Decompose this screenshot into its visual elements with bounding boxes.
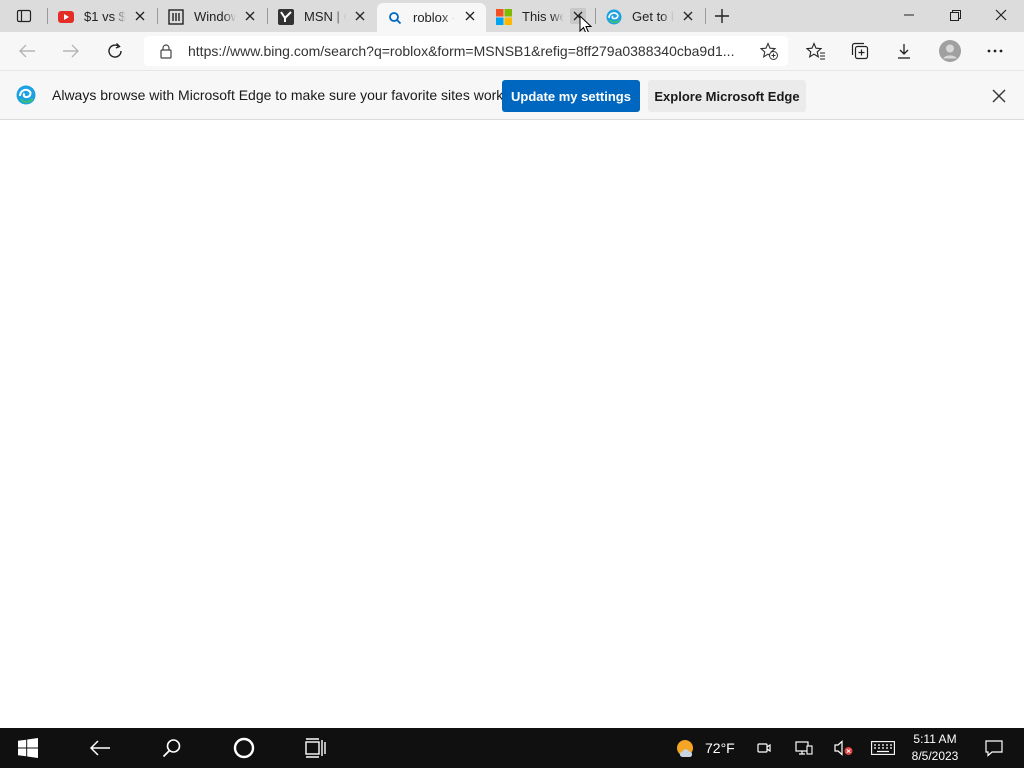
weather-temperature[interactable]: 72°F — [705, 740, 735, 756]
keyboard-icon — [871, 741, 895, 755]
windows-logo-icon — [18, 738, 38, 758]
tab-close-button[interactable] — [462, 8, 478, 24]
camera-icon — [757, 743, 771, 753]
restore-button[interactable] — [932, 0, 978, 30]
weather-button[interactable] — [672, 728, 700, 768]
tab-title: roblox - — [413, 10, 455, 25]
default-browser-infobar: Always browse with Microsoft Edge to mak… — [0, 70, 1024, 120]
clock-date: 8/5/2023 — [911, 749, 959, 763]
tab-msn[interactable]: MSN | C — [268, 3, 376, 30]
tab-roblox[interactable]: roblox - — [377, 3, 486, 32]
downloads-button[interactable] — [889, 36, 919, 66]
tab-title: Window — [194, 9, 236, 24]
tab-close-button[interactable] — [132, 8, 148, 24]
explore-edge-button[interactable]: Explore Microsoft Edge — [648, 80, 806, 112]
close-icon — [245, 11, 255, 21]
clock[interactable]: 5:11 AM 8/5/2023 — [900, 731, 970, 765]
youtube-icon — [58, 9, 74, 25]
tab-this-website[interactable]: This we — [486, 3, 594, 30]
tab-separator — [705, 8, 706, 24]
back-button[interactable] — [12, 36, 42, 66]
notifications-button[interactable] — [980, 728, 1008, 768]
volume-button[interactable] — [832, 728, 856, 768]
tab-window[interactable]: Window — [158, 3, 266, 30]
tab-title: $1 vs $1 — [84, 9, 126, 24]
meet-now-button[interactable] — [752, 728, 776, 768]
tab-actions-button[interactable] — [8, 4, 40, 28]
new-tab-button[interactable] — [710, 4, 734, 28]
navigation-toolbar: https://www.bing.com/search?q=roblox&for… — [0, 32, 1024, 70]
tab-get-to-know[interactable]: Get to k — [596, 3, 704, 30]
update-settings-button[interactable]: Update my settings — [502, 80, 640, 112]
tab-title: Get to k — [632, 9, 674, 24]
url-text[interactable]: https://www.bing.com/search?q=roblox&for… — [188, 43, 744, 59]
restore-icon — [949, 9, 961, 21]
task-view-icon — [305, 738, 326, 758]
add-favorite-icon[interactable] — [760, 42, 778, 60]
cortana-circle-icon — [233, 737, 255, 759]
favorites-button[interactable] — [801, 36, 831, 66]
tab-actions-icon — [16, 9, 32, 23]
forward-button[interactable] — [56, 36, 86, 66]
arrow-left-icon — [89, 740, 110, 756]
minimize-icon — [904, 14, 914, 16]
tab-close-button[interactable] — [352, 8, 368, 24]
minimize-button[interactable] — [886, 0, 932, 30]
page-content[interactable] — [0, 121, 1024, 728]
favorites-icon — [806, 42, 825, 60]
infobar-message: Always browse with Microsoft Edge to mak… — [52, 87, 504, 103]
close-icon — [135, 11, 145, 21]
cortana-button[interactable] — [222, 728, 266, 768]
refresh-button[interactable] — [100, 36, 130, 66]
touch-keyboard-button[interactable] — [870, 728, 896, 768]
arrow-right-icon — [63, 44, 79, 58]
refresh-icon — [108, 43, 122, 58]
close-window-button[interactable] — [978, 0, 1024, 30]
tab-title: MSN | C — [304, 9, 346, 24]
lock-icon[interactable] — [158, 43, 174, 59]
profile-button[interactable] — [935, 36, 965, 66]
microsoft-logo-icon — [496, 8, 512, 25]
infobar-close-icon[interactable] — [990, 87, 1008, 105]
network-icon — [795, 741, 813, 755]
collections-icon — [851, 42, 869, 60]
notification-icon — [985, 740, 1003, 757]
close-icon — [995, 9, 1007, 21]
clock-time: 5:11 AM — [913, 732, 957, 746]
weather-sun-cloud-icon — [677, 740, 693, 757]
start-button[interactable] — [0, 728, 56, 768]
tab-close-button[interactable] — [242, 8, 258, 24]
arrow-left-icon — [19, 44, 35, 58]
plus-icon — [715, 9, 729, 23]
tab-strip: $1 vs $1 Window MSN | C roblox - — [0, 0, 1024, 35]
edge-logo-icon — [16, 85, 36, 105]
tab-title: This we — [522, 9, 564, 24]
more-horizontal-icon — [987, 49, 1003, 53]
settings-more-button[interactable] — [980, 36, 1010, 66]
volume-muted-icon — [834, 740, 853, 756]
address-bar[interactable]: https://www.bing.com/search?q=roblox&for… — [144, 36, 788, 66]
yahoo-icon — [278, 8, 294, 25]
task-view-button[interactable] — [294, 728, 338, 768]
taskbar-back-button[interactable] — [78, 728, 122, 768]
close-icon — [465, 11, 475, 21]
taskbar-search-button[interactable] — [150, 728, 194, 768]
collections-button[interactable] — [845, 36, 875, 66]
close-icon — [683, 11, 693, 21]
edge-icon — [606, 9, 622, 25]
tab-close-button[interactable] — [680, 8, 696, 24]
windows-taskbar: 72°F 5:11 AM 8/5/2023 — [0, 728, 1024, 768]
download-icon — [898, 44, 910, 59]
avatar-icon — [939, 40, 961, 62]
tab-youtube[interactable]: $1 vs $1 — [48, 3, 156, 30]
close-icon — [355, 11, 365, 21]
bing-search-icon — [387, 10, 403, 26]
network-button[interactable] — [792, 728, 816, 768]
search-icon — [162, 739, 181, 758]
museum-icon — [168, 8, 184, 25]
